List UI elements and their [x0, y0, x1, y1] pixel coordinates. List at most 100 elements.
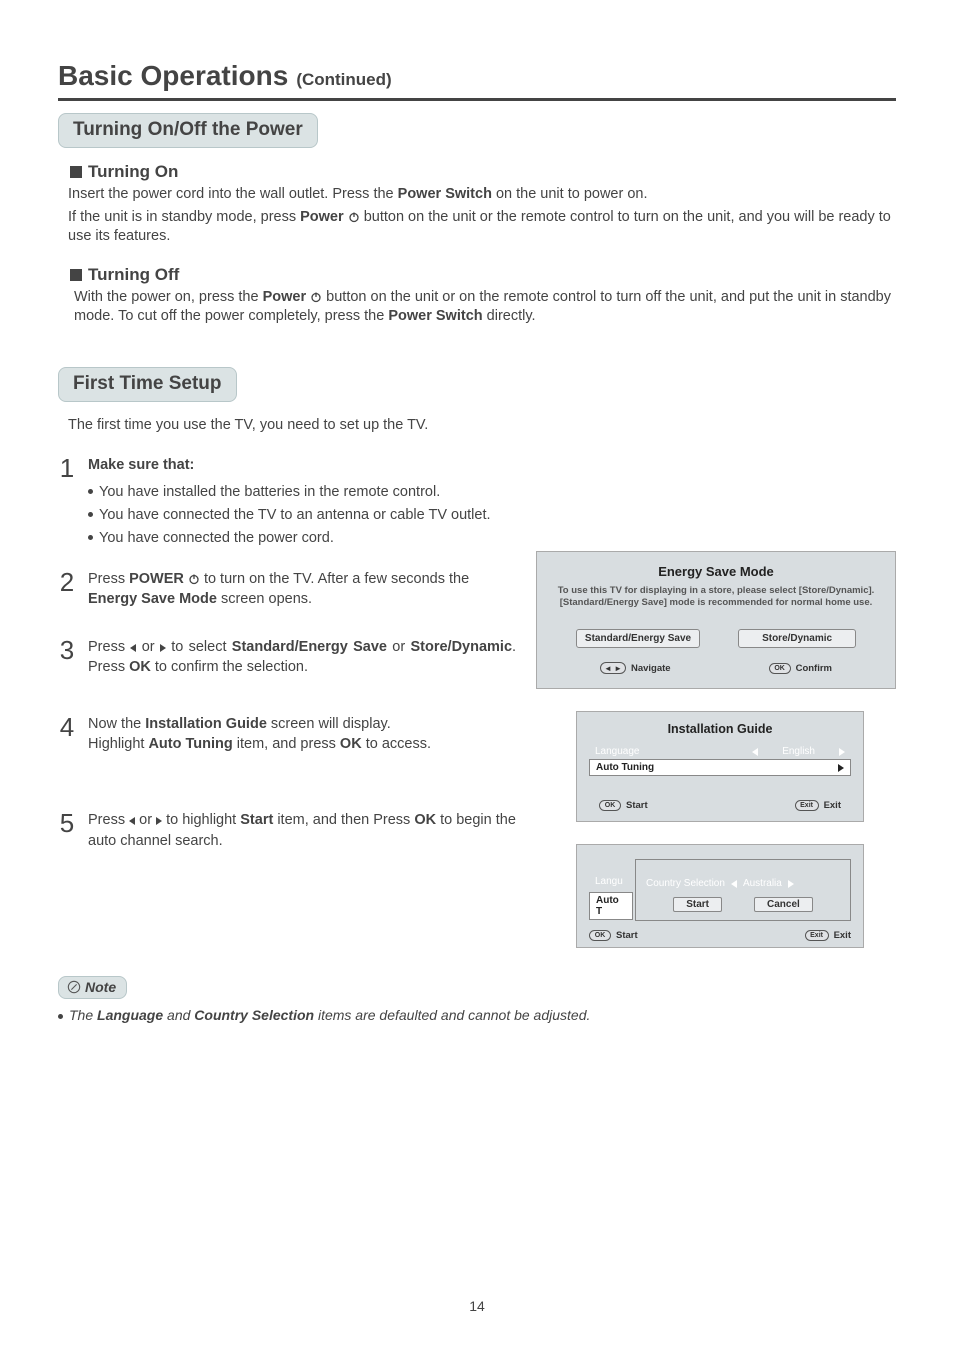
osd-start-button[interactable]: Start [673, 897, 722, 912]
turning-on-title: Turning On [88, 162, 178, 182]
text-bold: POWER [129, 571, 184, 587]
osd-hint-start: OK Start [599, 800, 648, 811]
step-5: 5 Press or to highlight Start item, and … [58, 810, 516, 851]
left-arrow-icon [130, 644, 136, 652]
ok-icon: OK [769, 663, 791, 674]
text: or [142, 639, 160, 655]
text-bold: Standard/Energy Save [232, 639, 387, 655]
page-title-row: Basic Operations (Continued) [58, 60, 896, 101]
step-3: 3 Press or to select Standard/Energy Sav… [58, 637, 516, 678]
text: [Standard/Energy Save] mode is recommend… [560, 597, 873, 608]
osd-cancel-button[interactable]: Cancel [754, 897, 813, 912]
right-arrow-icon [156, 817, 162, 825]
osd-desc: To use this TV for displaying in a store… [551, 585, 881, 610]
ok-icon: OK [599, 800, 621, 811]
nav-arrows-icon: ◄ ► [600, 662, 626, 674]
step-number: 1 [58, 455, 76, 548]
osd-row-language-trunc: Langu [595, 876, 623, 887]
turning-off-title: Turning Off [88, 265, 179, 285]
text: Navigate [631, 663, 671, 674]
osd-hint-navigate: ◄ ► Navigate [600, 662, 671, 674]
left-arrow-icon [731, 880, 737, 888]
text: items are defaulted and cannot be adjust… [314, 1007, 590, 1023]
osd-country-row[interactable]: Country Selection Australia [646, 878, 794, 889]
row-value: English [782, 746, 815, 757]
note-text: The Language and Country Selection items… [58, 1007, 896, 1023]
step-1: 1 Make sure that: You have installed the… [58, 455, 896, 548]
list-item: You have connected the TV to an antenna … [88, 505, 896, 525]
text: item, and then Press [273, 812, 414, 828]
step-number: 5 [58, 810, 76, 851]
section-power-pill: Turning On/Off the Power [58, 113, 318, 148]
note-icon [67, 980, 81, 994]
bullet-text: You have connected the power cord. [99, 528, 334, 548]
text-bold: Energy Save Mode [88, 591, 217, 607]
text: Start [626, 800, 648, 811]
step1-head: Make sure that: [88, 457, 194, 473]
bullet-square-icon [70, 269, 82, 281]
turning-off-p1: With the power on, press the Power butto… [74, 288, 896, 327]
list-item: You have installed the batteries in the … [88, 482, 896, 502]
page-subtitle: (Continued) [296, 70, 391, 90]
text: to confirm the selection. [151, 659, 308, 675]
osd-hint-exit: Exit Exit [795, 800, 841, 811]
row-label: Auto Tuning [596, 762, 838, 773]
list-item: You have connected the power cord. [88, 528, 896, 548]
text: Insert the power cord into the wall outl… [68, 186, 398, 202]
osd-hint-confirm: OK Confirm [769, 662, 832, 674]
bullet-text: You have installed the batteries in the … [99, 482, 440, 502]
text: Confirm [796, 663, 832, 674]
text-bold: Store/Dynamic [410, 639, 512, 655]
osd-country-selection: Langu Auto T Country Selection Australia… [576, 844, 864, 948]
power-icon [188, 573, 200, 585]
left-arrow-icon [752, 748, 758, 756]
exit-icon: Exit [795, 800, 819, 811]
osd-title: Installation Guide [589, 722, 851, 736]
osd-row-auto-tuning[interactable]: Auto Tuning [589, 759, 851, 776]
text: Exit [834, 930, 851, 941]
row-value: Australia [743, 878, 782, 889]
step-number: 4 [58, 714, 76, 755]
text: directly. [483, 308, 536, 324]
dot-icon [88, 535, 93, 540]
left-arrow-icon [129, 817, 135, 825]
text: With the power on, press the [74, 289, 263, 305]
text-bold: Country Selection [194, 1007, 314, 1023]
osd-hint-exit: Exit Exit [805, 930, 851, 941]
text-bold: Auto Tuning [148, 736, 232, 752]
osd-row-language[interactable]: Language English [589, 744, 851, 759]
osd-popup: Country Selection Australia Start Cancel [635, 859, 851, 921]
text-bold: OK [129, 659, 151, 675]
text: or [139, 812, 156, 828]
text-bold: Power Switch [388, 308, 482, 324]
text: screen opens. [217, 591, 312, 607]
power-icon [348, 211, 360, 223]
bullet-square-icon [70, 166, 82, 178]
dot-icon [88, 489, 93, 494]
row-label: Country Selection [646, 878, 725, 889]
step-number: 3 [58, 637, 76, 678]
osd-store-button[interactable]: Store/Dynamic [738, 629, 856, 648]
bullet-text: You have connected the TV to an antenna … [99, 505, 491, 525]
text-bold: Language [97, 1007, 163, 1023]
ok-icon: OK [589, 930, 611, 941]
text: and [163, 1007, 194, 1023]
note-pill: Note [58, 976, 127, 999]
right-arrow-icon [788, 880, 794, 888]
page-number: 14 [0, 1298, 954, 1314]
text-bold: Power [300, 209, 344, 225]
osd-energy-save: Energy Save Mode To use this TV for disp… [536, 551, 896, 690]
setup-intro: The first time you use the TV, you need … [68, 416, 896, 436]
dot-icon [58, 1014, 63, 1019]
text: to select [171, 639, 232, 655]
osd-standard-button[interactable]: Standard/Energy Save [576, 629, 700, 648]
text-bold: OK [340, 736, 362, 752]
section-setup-pill: First Time Setup [58, 367, 237, 402]
page-title: Basic Operations [58, 60, 288, 92]
text: The [69, 1007, 97, 1023]
step-number: 2 [58, 569, 76, 610]
osd-title: Energy Save Mode [551, 564, 881, 579]
right-arrow-icon [160, 644, 166, 652]
step-2: 2 Press POWER to turn on the TV. After a… [58, 569, 516, 610]
power-icon [310, 291, 322, 303]
